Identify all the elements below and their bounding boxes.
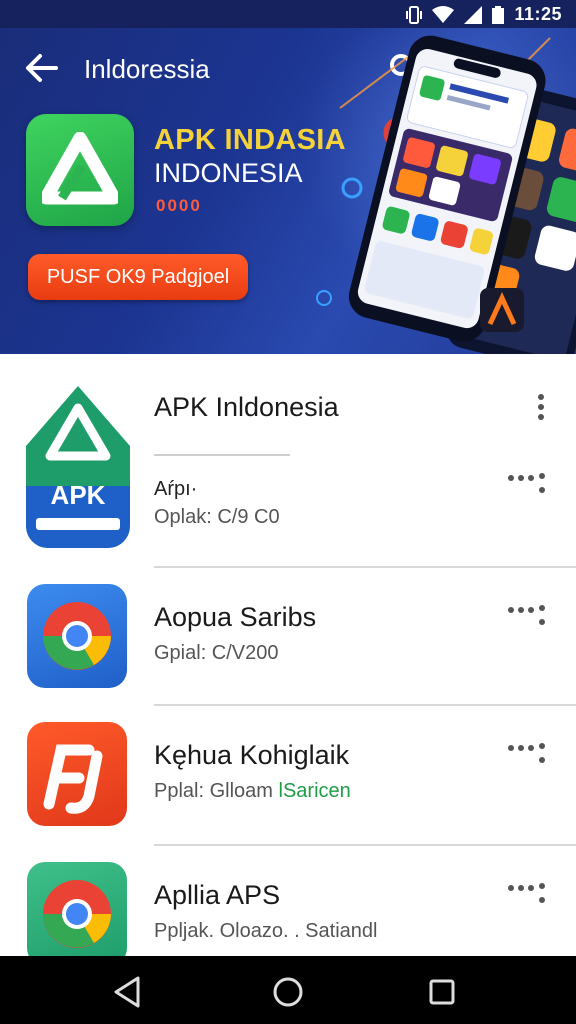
back-triangle-icon[interactable]: [108, 972, 148, 1012]
more-dots-icon[interactable]: [506, 600, 550, 630]
app-list: APK APK Inldonesia Aŕpı· Oplak: C/9 C0 A…: [0, 354, 576, 966]
navigation-bar: [0, 956, 576, 1024]
app-name: Kęhua Kohiglaik: [154, 740, 350, 770]
title-underline: [154, 454, 290, 456]
app-label: Aŕpı·: [154, 478, 198, 500]
app-subtitle: Ppljak. Oloazo. . Satiandl: [154, 920, 378, 942]
more-dots-icon[interactable]: [506, 738, 550, 768]
vibrate-icon: [406, 5, 423, 24]
status-bar: 11:25: [0, 0, 576, 28]
header-banner: Inldoressia APK INDASIA INDONESIA 0000 P…: [0, 28, 576, 354]
app-subtitle: Pplal: Glloam lSaricen: [154, 780, 351, 803]
battery-icon: [492, 5, 505, 24]
app-subtitle: Gpial: C/V200: [154, 642, 279, 664]
chrome-style-icon[interactable]: [27, 862, 127, 966]
recents-square-icon[interactable]: [422, 972, 462, 1012]
more-dots-icon[interactable]: [506, 468, 550, 498]
promo-button[interactable]: PUSF OK9 Padgjoel: [28, 254, 248, 300]
phone-mockup-illustration: [316, 35, 576, 354]
status-time: 11:25: [514, 4, 562, 24]
apk-indonesia-icon[interactable]: APK: [26, 386, 130, 548]
app-subtitle-highlight: lSaricen: [278, 780, 351, 802]
wifi-icon: [432, 5, 455, 23]
list-item[interactable]: Apllia APS Ppljak. Oloazo. . Satiandl: [0, 846, 576, 966]
featured-app-icon[interactable]: [26, 114, 134, 226]
promo-rating: 0000: [156, 196, 202, 215]
list-item[interactable]: APK APK Inldonesia Aŕpı· Oplak: C/9 C0: [0, 354, 576, 566]
promo-subtitle: INDONESIA: [154, 158, 303, 188]
more-dots-icon[interactable]: [506, 878, 550, 908]
signal-icon: [464, 5, 483, 24]
fj-icon[interactable]: [27, 722, 127, 826]
app-subtitle-text: Pplal: Glloam: [154, 780, 273, 802]
chrome-style-icon[interactable]: [27, 584, 127, 688]
list-item[interactable]: Kęhua Kohiglaik Pplal: Glloam lSaricen: [0, 706, 576, 844]
back-arrow-icon[interactable]: [22, 50, 62, 86]
app-name: Aopua Saribs: [154, 602, 317, 632]
overflow-menu-icon[interactable]: [526, 392, 556, 422]
home-circle-icon[interactable]: [268, 972, 308, 1012]
app-name: Apllia APS: [154, 880, 281, 910]
page-title: Inldoressia: [84, 54, 210, 84]
list-item[interactable]: Aopua Saribs Gpial: C/V200: [0, 568, 576, 704]
app-subtitle: Oplak: C/9 C0: [154, 506, 280, 528]
app-name: APK Inldonesia: [154, 392, 339, 422]
triangle-logo-icon: [42, 132, 118, 205]
apk-icon-label: APK: [50, 480, 106, 510]
